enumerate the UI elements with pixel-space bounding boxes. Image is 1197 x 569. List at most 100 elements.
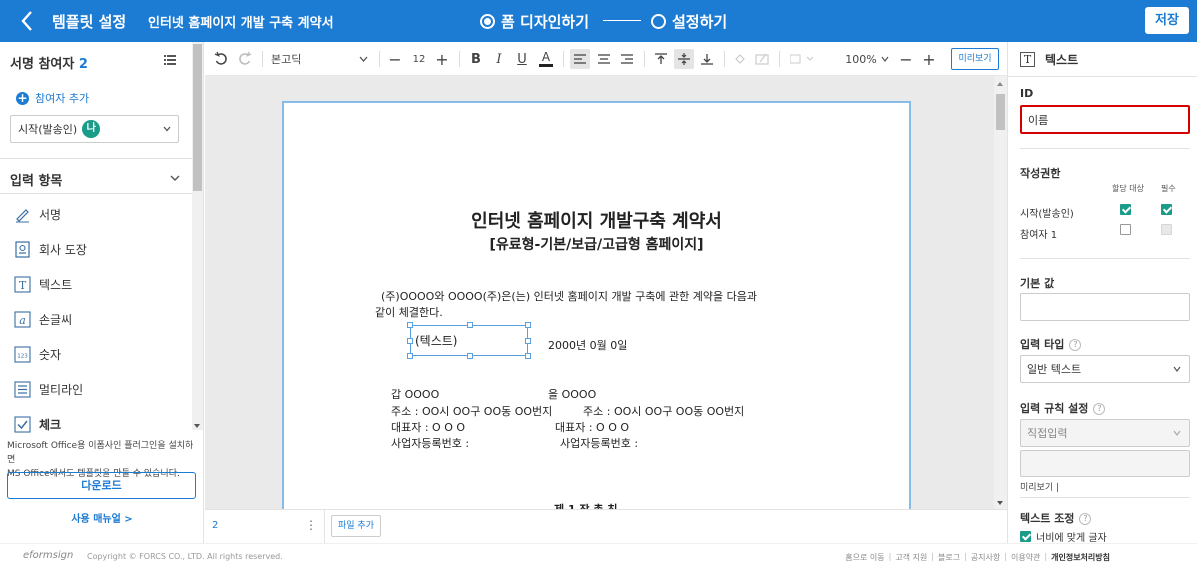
list-icon[interactable] [164,55,176,65]
party-a-representative: 대표자 : O O O [391,421,466,434]
undo-icon[interactable] [211,42,231,76]
font-size-input[interactable]: 12 [408,42,430,76]
back-arrow-icon[interactable] [18,9,38,33]
chevron-down-icon [1173,430,1181,436]
preview-button[interactable]: 미리보기 [951,48,999,70]
zoom-select[interactable]: 100% [845,42,889,76]
increase-size-icon[interactable]: + [433,42,451,76]
fit-width-option[interactable]: 너비에 맞게 글자 [1020,529,1107,544]
item-label: 멀티라인 [39,383,84,397]
valign-bottom-icon[interactable] [697,42,717,76]
page-title: 템플릿 설정 [52,13,127,31]
add-participant-button[interactable]: + 참여자 추가 [16,90,89,106]
align-left-icon[interactable] [570,49,590,69]
resize-handle[interactable] [525,353,531,359]
radio-unselected-icon [651,14,666,29]
decrease-size-icon[interactable]: − [386,42,404,76]
resize-handle[interactable] [407,322,413,328]
assignee-checkbox-participant[interactable] [1120,224,1131,235]
input-items-header[interactable]: 입력 항목 [10,170,62,189]
footer-link-blog[interactable]: 블로그 [938,552,960,563]
toolbar-separator [644,51,645,67]
id-input[interactable]: 이름 [1020,105,1190,134]
user-manual-link[interactable]: 사용 매뉴얼 > [0,510,204,525]
help-icon[interactable]: ? [1069,339,1082,351]
chevron-down-icon[interactable] [170,174,180,182]
valign-middle-icon[interactable] [674,49,694,69]
left-scrollbar[interactable] [192,42,203,430]
item-check[interactable]: 체크 [14,416,61,433]
save-button[interactable]: 저장 [1145,7,1189,34]
copyright: Copyright © FORCS CO., LTD. All rights r… [87,552,283,561]
scrollbar-thumb[interactable] [996,94,1005,130]
item-label: 텍스트 [39,278,73,292]
document-canvas[interactable]: 인터넷 홈페이지 개발구축 계약서 [유료형-기본/보급/고급형 홈페이지] (… [205,76,1007,509]
assignee-checkbox-sender[interactable] [1120,204,1131,215]
toolbar-separator [724,51,725,67]
item-number[interactable]: 123 숫자 [14,346,61,363]
item-company-stamp[interactable]: 회사 도장 [14,241,87,258]
font-color-icon[interactable]: A [536,42,556,76]
input-rule-text [1020,450,1190,477]
document-paragraph-line: 같이 체결한다. [375,306,443,319]
participant-badge: 나 [82,120,101,138]
more-vertical-icon[interactable]: ⋮ [305,518,317,532]
fit-width-checkbox[interactable] [1020,531,1031,542]
divider [0,193,192,194]
step-connector [603,20,641,21]
zoom-in-icon[interactable]: + [920,42,938,76]
item-text[interactable]: T 텍스트 [14,276,72,293]
align-center-icon[interactable] [594,42,614,76]
required-checkbox-sender[interactable] [1161,204,1172,215]
item-signature[interactable]: 서명 [14,206,61,223]
scroll-down-arrow-icon[interactable] [997,501,1003,505]
footer-link-terms[interactable]: 이용약관 [1011,552,1040,563]
resize-handle[interactable] [407,338,413,344]
resize-handle[interactable] [467,322,473,328]
party-b-representative: 대표자 : O O O [555,421,630,434]
input-type-value: 일반 텍스트 [1027,363,1082,376]
text-field-label: (텍스트) [415,334,458,348]
scrollbar-thumb[interactable] [193,44,202,191]
step-settings[interactable]: 설정하기 [651,11,727,32]
underline-icon[interactable]: U [513,42,531,76]
canvas-scrollbar[interactable] [994,76,1007,509]
handwriting-icon: a [14,311,31,328]
help-icon[interactable]: ? [1079,513,1092,525]
add-file-button[interactable]: 파일 추가 [331,515,381,537]
scroll-up-arrow-icon[interactable] [997,82,1003,86]
input-type-select[interactable]: 일반 텍스트 [1020,355,1190,383]
resize-handle[interactable] [467,353,473,359]
participant-select[interactable]: 시작(발송인) 나 [10,115,179,143]
default-value-input[interactable] [1020,293,1190,321]
text-field-box[interactable]: (텍스트) [407,322,531,359]
help-icon[interactable]: ? [1093,403,1106,415]
footer-link-home[interactable]: 홈으로 이동 [845,552,884,563]
footer-separator: | [964,552,967,561]
page-tab[interactable]: 2 [212,520,218,531]
document-heading: 인터넷 홈페이지 개발구축 계약서 [471,211,722,232]
footer-link-support[interactable]: 고객 지원 [895,552,927,563]
redo-icon[interactable] [235,42,255,76]
bold-icon[interactable]: B [467,42,485,76]
signature-icon [14,206,31,223]
zoom-out-icon[interactable]: − [897,42,915,76]
footer-link-notice[interactable]: 공지사항 [971,552,1000,563]
item-handwriting[interactable]: a 손글씨 [14,311,72,328]
italic-icon[interactable]: I [490,42,508,76]
footer-link-privacy[interactable]: 개인정보처리방침 [1051,552,1110,563]
border-style-select [787,42,819,76]
add-participant-label: 참여자 추가 [35,92,90,105]
party-b-business-number: 사업자등록번호 : [560,437,639,450]
align-right-icon[interactable] [617,42,637,76]
resize-handle[interactable] [525,338,531,344]
item-multiline[interactable]: 멀티라인 [14,381,83,398]
scroll-down-arrow-icon[interactable] [194,424,200,428]
document-page[interactable]: 인터넷 홈페이지 개발구축 계약서 [유료형-기본/보급/고급형 홈페이지] (… [282,101,911,509]
resize-handle[interactable] [407,353,413,359]
download-button[interactable]: 다운로드 [7,472,196,499]
step-design[interactable]: 폼 디자인하기 [480,11,589,32]
valign-top-icon[interactable] [651,42,671,76]
resize-handle[interactable] [525,322,531,328]
chevron-down-icon[interactable] [355,42,371,76]
